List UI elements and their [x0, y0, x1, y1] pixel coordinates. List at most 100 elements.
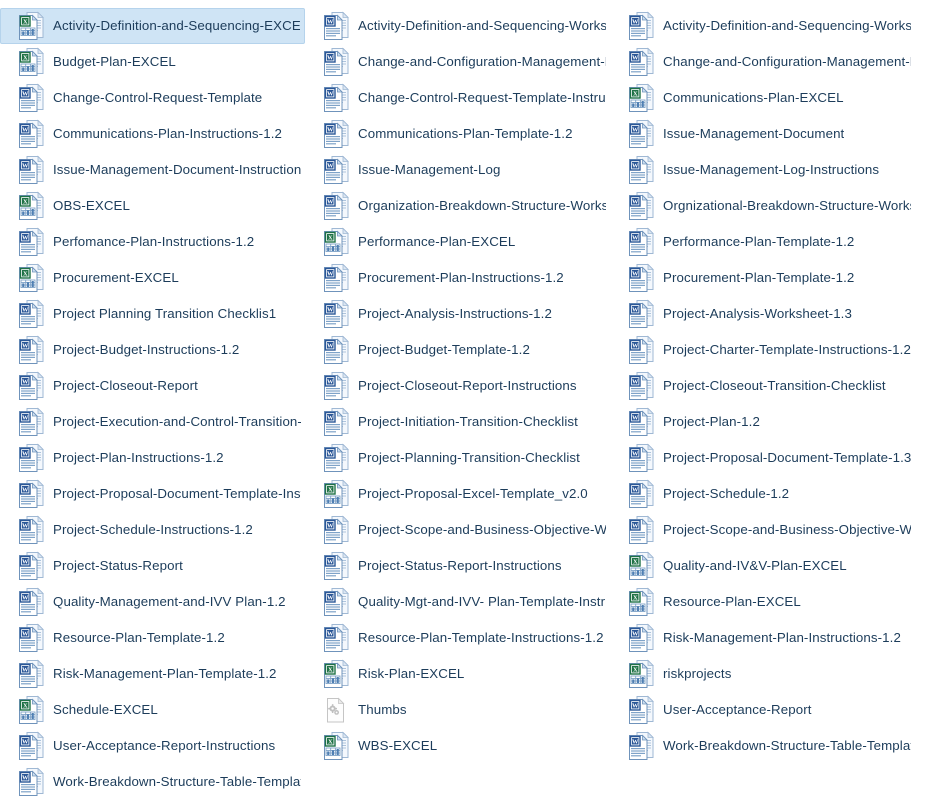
word-file-icon: W: [18, 551, 44, 581]
word-file-icon: W: [18, 83, 44, 113]
svg-text:X: X: [633, 666, 638, 673]
excel-file-icon: X: [18, 47, 44, 77]
file-list-item[interactable]: W Risk-Management-Plan-Instructions-1.2: [610, 620, 915, 656]
word-file-icon: W: [628, 335, 654, 365]
word-file-icon: W: [323, 83, 349, 113]
file-list-item[interactable]: W Organization-Breakdown-Structure-Works…: [305, 188, 610, 224]
file-list-item[interactable]: W Issue-Management-Document: [610, 116, 915, 152]
word-file-icon: W: [628, 479, 654, 509]
excel-file-icon: X: [628, 551, 654, 581]
file-name-label: Perfomance-Plan-Instructions-1.2: [53, 234, 255, 249]
file-list-item[interactable]: W Performance-Plan-Template-1.2: [610, 224, 915, 260]
file-list-item[interactable]: W Project-Charter-Template-Instructions-…: [610, 332, 915, 368]
file-list-item[interactable]: W Project-Analysis-Worksheet-1.3: [610, 296, 915, 332]
file-list-item[interactable]: X Risk-Plan-EXCEL: [305, 656, 610, 692]
file-list-item[interactable]: W Work-Breakdown-Structure-Table-Templat…: [610, 728, 915, 764]
file-list-item[interactable]: W Project-Closeout-Transition-Checklist: [610, 368, 915, 404]
file-list-item[interactable]: W Project-Plan-Instructions-1.2: [0, 440, 305, 476]
file-list-item[interactable]: W Communications-Plan-Instructions-1.2: [0, 116, 305, 152]
file-list-item[interactable]: W User-Acceptance-Report: [610, 692, 915, 728]
file-list-item[interactable]: Thumbs: [305, 692, 610, 728]
file-list-item[interactable]: W Project-Plan-1.2: [610, 404, 915, 440]
file-list-item[interactable]: W Project-Budget-Template-1.2: [305, 332, 610, 368]
file-list-item[interactable]: W Project-Schedule-1.2: [610, 476, 915, 512]
file-list-item[interactable]: W Issue-Management-Log: [305, 152, 610, 188]
file-list-item[interactable]: W Project-Budget-Instructions-1.2: [0, 332, 305, 368]
file-list-item[interactable]: W Resource-Plan-Template-1.2: [0, 620, 305, 656]
file-name-label: Risk-Management-Plan-Template-1.2: [53, 666, 277, 681]
file-list-item[interactable]: W Orgnizational-Breakdown-Structure-Work…: [610, 188, 915, 224]
excel-file-icon: X: [18, 695, 44, 725]
file-name-label: User-Acceptance-Report: [663, 702, 812, 717]
svg-text:W: W: [632, 630, 639, 637]
file-list-item[interactable]: X WBS-EXCEL: [305, 728, 610, 764]
file-list-item[interactable]: W Issue-Management-Document-Instructions: [0, 152, 305, 188]
file-list-item[interactable]: X Schedule-EXCEL: [0, 692, 305, 728]
excel-file-icon: X: [19, 191, 44, 220]
file-list-item[interactable]: X Budget-Plan-EXCEL: [0, 44, 305, 80]
svg-text:W: W: [22, 558, 29, 565]
file-list-item[interactable]: W Procurement-Plan-Instructions-1.2: [305, 260, 610, 296]
file-list-item[interactable]: W Project-Closeout-Report: [0, 368, 305, 404]
file-list-item[interactable]: W Project-Status-Report: [0, 548, 305, 584]
excel-file-icon: X: [19, 263, 44, 292]
file-list-item[interactable]: W Project-Initiation-Transition-Checklis…: [305, 404, 610, 440]
file-list-item[interactable]: W Project-Scope-and-Business-Objective-W…: [610, 512, 915, 548]
file-list-item[interactable]: W Perfomance-Plan-Instructions-1.2: [0, 224, 305, 260]
file-list-item[interactable]: X Quality-and-IV&V-Plan-EXCEL: [610, 548, 915, 584]
file-list-item[interactable]: W Project-Proposal-Document-Template-1.3: [610, 440, 915, 476]
file-list-item[interactable]: W Work-Breakdown-Structure-Table-Templat…: [0, 764, 305, 800]
file-list-item[interactable]: W Procurement-Plan-Template-1.2: [610, 260, 915, 296]
file-list-item[interactable]: W Project-Analysis-Instructions-1.2: [305, 296, 610, 332]
word-file-icon: W: [629, 695, 654, 724]
svg-text:W: W: [22, 630, 29, 637]
file-list-item[interactable]: W Change-Control-Request-Template-Instru…: [305, 80, 610, 116]
file-list-item[interactable]: X riskprojects: [610, 656, 915, 692]
word-file-icon: W: [19, 299, 44, 328]
file-list-item[interactable]: W User-Acceptance-Report-Instructions: [0, 728, 305, 764]
file-list-item[interactable]: X OBS-EXCEL: [0, 188, 305, 224]
file-list-item[interactable]: X Performance-Plan-EXCEL: [305, 224, 610, 260]
file-list-item[interactable]: W Project-Proposal-Document-Template-Ins…: [0, 476, 305, 512]
word-file-icon: W: [629, 11, 654, 40]
file-list-item[interactable]: W Project-Closeout-Report-Instructions: [305, 368, 610, 404]
word-file-icon: W: [324, 335, 349, 364]
file-list-item[interactable]: W Change-and-Configuration-Management-Pl…: [305, 44, 610, 80]
file-list-item[interactable]: W Change-and-Configuration-Management-Pl…: [610, 44, 915, 80]
svg-text:W: W: [327, 450, 334, 457]
word-file-icon: W: [628, 515, 654, 545]
file-list-item[interactable]: W Communications-Plan-Template-1.2: [305, 116, 610, 152]
word-file-icon: W: [323, 263, 349, 293]
file-list-spacer: [305, 764, 610, 800]
file-list-item[interactable]: W Change-Control-Request-Template: [0, 80, 305, 116]
word-file-icon: W: [323, 443, 349, 473]
file-list-item[interactable]: X Activity-Definition-and-Sequencing-EXC…: [0, 8, 305, 44]
file-list-item[interactable]: W Project Planning Transition Checklis1: [0, 296, 305, 332]
word-file-icon: W: [19, 659, 44, 688]
file-name-label: Work-Breakdown-Structure-Table-Template-…: [663, 738, 911, 753]
excel-file-icon: X: [324, 227, 349, 256]
file-list-item[interactable]: X Project-Proposal-Excel-Template_v2.0: [305, 476, 610, 512]
file-list-item[interactable]: W Project-Planning-Transition-Checklist: [305, 440, 610, 476]
svg-text:W: W: [632, 162, 639, 169]
generic-file-icon: [323, 695, 349, 725]
file-list-item[interactable]: X Procurement-EXCEL: [0, 260, 305, 296]
word-file-icon: W: [18, 515, 44, 545]
word-file-icon: W: [18, 623, 44, 653]
file-list-item[interactable]: W Activity-Definition-and-Sequencing-Wor…: [610, 8, 915, 44]
file-name-label: Resource-Plan-Template-1.2: [53, 630, 225, 645]
file-list-item[interactable]: X Resource-Plan-EXCEL: [610, 584, 915, 620]
file-list-pane[interactable]: X Activity-Definition-and-Sequencing-EXC…: [0, 0, 935, 807]
file-name-label: Schedule-EXCEL: [53, 702, 158, 717]
file-list-item[interactable]: W Project-Scope-and-Business-Objective-W…: [305, 512, 610, 548]
file-list-item[interactable]: X Communications-Plan-EXCEL: [610, 80, 915, 116]
file-list-item[interactable]: W Project-Schedule-Instructions-1.2: [0, 512, 305, 548]
file-list-item[interactable]: W Risk-Management-Plan-Template-1.2: [0, 656, 305, 692]
file-list-item[interactable]: W Resource-Plan-Template-Instructions-1.…: [305, 620, 610, 656]
file-list-item[interactable]: W Quality-Management-and-IVV Plan-1.2: [0, 584, 305, 620]
file-list-item[interactable]: W Project-Status-Report-Instructions: [305, 548, 610, 584]
file-list-item[interactable]: W Quality-Mgt-and-IVV- Plan-Template-Ins…: [305, 584, 610, 620]
file-list-item[interactable]: W Project-Execution-and-Control-Transiti…: [0, 404, 305, 440]
file-list-item[interactable]: W Issue-Management-Log-Instructions: [610, 152, 915, 188]
file-list-item[interactable]: W Activity-Definition-and-Sequencing-Wor…: [305, 8, 610, 44]
